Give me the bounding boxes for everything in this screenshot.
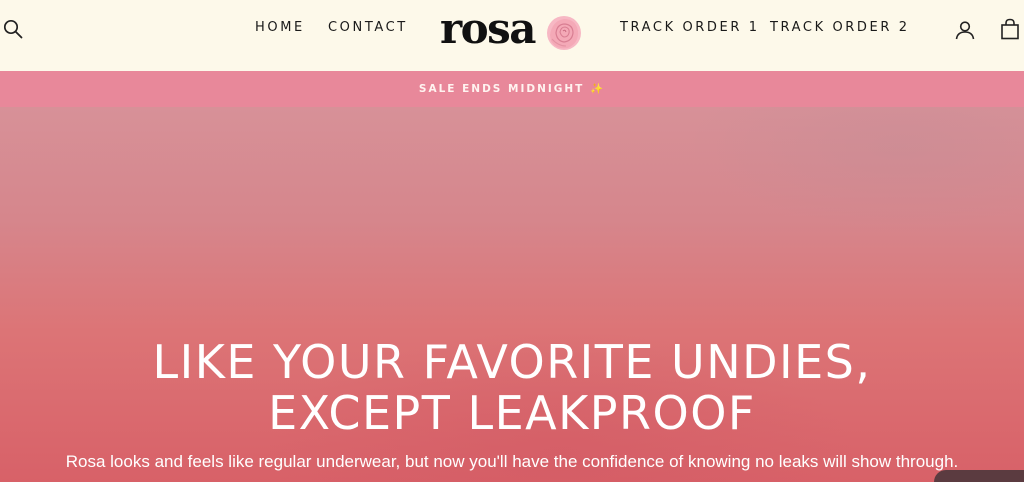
nav-track-order-1[interactable]: TRACK ORDER 1 [620,20,760,36]
user-icon[interactable] [955,20,975,40]
hero-subtext: Rosa looks and feels like regular underw… [65,452,959,471]
announcement-bar: SALE ENDS MIDNIGHT ✨ [0,71,1024,107]
nav-track-order-2[interactable]: TRACK ORDER 2 [770,20,910,36]
hero-headline-line-1: LIKE YOUR FAVORITE UNDIES, [152,335,872,389]
hero-headline-line-2: EXCEPT LEAKPROOF [268,386,756,440]
logo-text: rosa [440,4,537,53]
hero-headline: LIKE YOUR FAVORITE UNDIES, EXCEPT LEAKPR… [0,337,1024,439]
site-header: HOME CONTACT rosa TRACK ORDER 1 TRACK OR… [0,0,1024,71]
nav-contact[interactable]: CONTACT [328,20,408,36]
search-icon[interactable] [3,19,23,39]
shopping-bag-icon[interactable] [1000,18,1020,40]
rose-icon [544,13,584,58]
nav-home[interactable]: HOME [255,20,305,36]
announcement-text: SALE ENDS MIDNIGHT ✨ [418,83,606,95]
hero-banner: LIKE YOUR FAVORITE UNDIES, EXCEPT LEAKPR… [0,107,1024,482]
